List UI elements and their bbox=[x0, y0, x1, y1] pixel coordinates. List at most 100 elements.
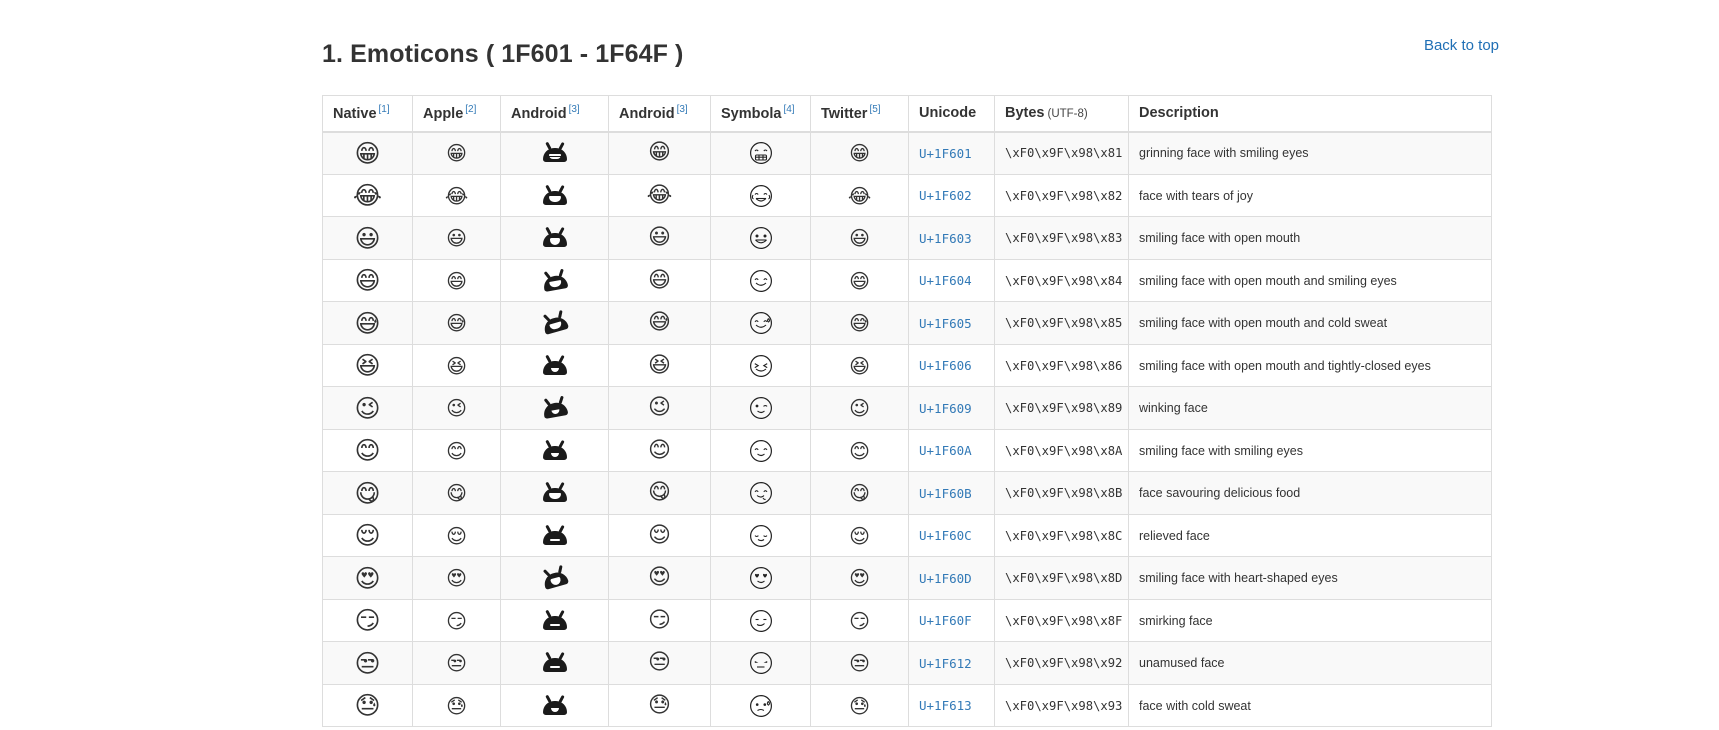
cell-android-robot bbox=[500, 598, 609, 643]
table-row: 😂 😂 😂 😂 U+1F602 \xF0\x9F\x98\x82 face wi… bbox=[322, 173, 1492, 218]
emoji-glyph-android-blob: 😓 bbox=[648, 692, 671, 718]
cell-android-blob: 😂 bbox=[608, 173, 711, 218]
cell-native: 😆 bbox=[322, 343, 413, 388]
emoji-description: face with tears of joy bbox=[1139, 188, 1253, 203]
footnote-ref[interactable]: [2] bbox=[465, 104, 476, 115]
cell-android-blob: 😋 bbox=[608, 471, 711, 515]
cell-bytes: \xF0\x9F\x98\x8B bbox=[994, 471, 1129, 515]
cell-android-blob: 😉 bbox=[608, 386, 711, 430]
unicode-codepoint-link[interactable]: U+1F609 bbox=[919, 401, 972, 416]
unicode-codepoint-link[interactable]: U+1F613 bbox=[919, 698, 972, 713]
cell-twitter: 😏 bbox=[810, 598, 909, 643]
unicode-codepoint-link[interactable]: U+1F601 bbox=[919, 146, 972, 161]
unicode-codepoint-link[interactable]: U+1F60B bbox=[919, 486, 972, 501]
cell-apple: 😓 bbox=[412, 683, 501, 728]
back-to-top-link[interactable]: Back to top bbox=[1424, 37, 1499, 54]
emoji-glyph-twitter: 😆 bbox=[849, 353, 870, 378]
emoji-glyph-apple: 😏 bbox=[446, 608, 467, 633]
cell-description: smiling face with heart-shaped eyes bbox=[1128, 556, 1492, 600]
cell-description: smirking face bbox=[1128, 598, 1492, 643]
emoji-glyph-android-blob: 😋 bbox=[648, 480, 671, 506]
cell-apple: 😅 bbox=[412, 301, 501, 345]
table-row: 😏 😏 😏 😏 U+1F60F \xF0\x9F\x98\x8F smirkin… bbox=[322, 598, 1492, 643]
utf8-bytes-value: \xF0\x9F\x98\x8C bbox=[1005, 528, 1123, 543]
emoji-glyph-android-blob: 😃 bbox=[648, 225, 671, 251]
emoji-glyph-apple: 😂 bbox=[444, 183, 469, 208]
unicode-codepoint-link[interactable]: U+1F606 bbox=[919, 358, 972, 373]
cell-native: 😉 bbox=[322, 386, 413, 430]
emoji-glyph-twitter: 😊 bbox=[849, 438, 870, 463]
unicode-codepoint-link[interactable]: U+1F604 bbox=[919, 273, 972, 288]
unicode-codepoint-link[interactable]: U+1F602 bbox=[919, 188, 972, 203]
unicode-codepoint-link[interactable]: U+1F60D bbox=[919, 571, 972, 586]
cell-native: 😅 bbox=[322, 301, 413, 345]
column-header-apple: Apple [2] bbox=[412, 94, 501, 133]
cell-unicode: U+1F612 bbox=[908, 641, 995, 685]
emoji-glyph-native: 😋 bbox=[354, 478, 381, 508]
footnote-ref[interactable]: [1] bbox=[379, 104, 390, 115]
cell-unicode: U+1F606 bbox=[908, 343, 995, 388]
android-robot-icon bbox=[540, 354, 570, 377]
unicode-codepoint-link[interactable]: U+1F60C bbox=[919, 528, 972, 543]
emoji-glyph-android-blob: 😁 bbox=[648, 140, 671, 166]
unicode-codepoint-link[interactable]: U+1F603 bbox=[919, 231, 972, 246]
cell-unicode: U+1F60C bbox=[908, 513, 995, 558]
cell-symbola bbox=[710, 386, 811, 430]
emoji-glyph-android-blob: 😊 bbox=[648, 437, 671, 463]
emoji-glyph-twitter: 😌 bbox=[849, 523, 870, 548]
unicode-codepoint-link[interactable]: U+1F60A bbox=[919, 443, 972, 458]
unicode-codepoint-link[interactable]: U+1F612 bbox=[919, 656, 972, 671]
column-label: Unicode bbox=[919, 104, 977, 121]
cell-unicode: U+1F613 bbox=[908, 683, 995, 728]
utf8-bytes-value: \xF0\x9F\x98\x89 bbox=[1005, 401, 1123, 416]
emoji-glyph-twitter: 😁 bbox=[849, 141, 870, 166]
cell-bytes: \xF0\x9F\x98\x8A bbox=[994, 428, 1129, 473]
unicode-codepoint-link[interactable]: U+1F605 bbox=[919, 316, 972, 331]
emoji-glyph-android-blob: 😒 bbox=[648, 650, 671, 676]
emoji-description: smiling face with open mouth and cold sw… bbox=[1139, 316, 1388, 331]
emoji-glyph-twitter: 😒 bbox=[849, 651, 870, 676]
cell-symbola bbox=[710, 641, 811, 685]
cell-twitter: 😋 bbox=[810, 471, 909, 515]
column-header-symbola: Symbola [4] bbox=[710, 94, 811, 133]
column-label: Native bbox=[333, 105, 377, 122]
table-body: 😁 😁 😁 😁 U+1F601 \xF0\x9F\x98\x81 grinnin… bbox=[322, 131, 1492, 728]
emoji-description: grinning face with smiling eyes bbox=[1139, 146, 1309, 161]
emoji-glyph-apple: 😆 bbox=[446, 353, 467, 378]
cell-android-blob: 😌 bbox=[608, 513, 711, 558]
symbola-face-icon bbox=[748, 268, 774, 294]
page-title: 1. Emoticons ( 1F601 - 1F64F ) bbox=[322, 40, 684, 68]
emoji-glyph-android-blob: 😌 bbox=[648, 522, 671, 548]
emoji-description: relieved face bbox=[1139, 528, 1210, 543]
footnote-ref[interactable]: [3] bbox=[677, 104, 688, 115]
footnote-ref[interactable]: [5] bbox=[869, 104, 880, 115]
unicode-codepoint-link[interactable]: U+1F60F bbox=[919, 613, 972, 628]
column-header-twitter: Twitter [5] bbox=[810, 94, 909, 133]
emoji-glyph-android-blob: 😍 bbox=[648, 565, 671, 591]
utf8-bytes-value: \xF0\x9F\x98\x8D bbox=[1005, 571, 1123, 586]
cell-android-blob: 😏 bbox=[608, 598, 711, 643]
cell-symbola bbox=[710, 216, 811, 260]
cell-description: face with tears of joy bbox=[1128, 173, 1492, 218]
footnote-ref[interactable]: [3] bbox=[569, 104, 580, 115]
symbola-face-icon bbox=[748, 225, 774, 251]
cell-bytes: \xF0\x9F\x98\x8F bbox=[994, 598, 1129, 643]
cell-symbola bbox=[710, 301, 811, 345]
column-header-native: Native [1] bbox=[322, 94, 413, 133]
footnote-ref[interactable]: [4] bbox=[783, 104, 794, 115]
emoji-glyph-apple: 😍 bbox=[446, 566, 467, 591]
emoji-glyph-apple: 😄 bbox=[446, 268, 467, 293]
cell-unicode: U+1F60D bbox=[908, 556, 995, 600]
emoji-glyph-apple: 😊 bbox=[446, 438, 467, 463]
column-label: Description bbox=[1139, 104, 1219, 121]
emoji-glyph-native: 😒 bbox=[354, 648, 381, 678]
column-label: Symbola bbox=[721, 105, 782, 122]
emoji-glyph-twitter: 😏 bbox=[849, 608, 870, 633]
cell-android-robot bbox=[500, 471, 609, 515]
android-robot-icon bbox=[540, 226, 570, 249]
emoji-description: smiling face with open mouth bbox=[1139, 231, 1301, 246]
column-header-bytes: Bytes (UTF-8) bbox=[994, 94, 1129, 133]
cell-android-blob: 😄 bbox=[608, 258, 711, 303]
android-robot-icon bbox=[540, 609, 570, 632]
emoji-glyph-native: 😅 bbox=[354, 308, 381, 338]
